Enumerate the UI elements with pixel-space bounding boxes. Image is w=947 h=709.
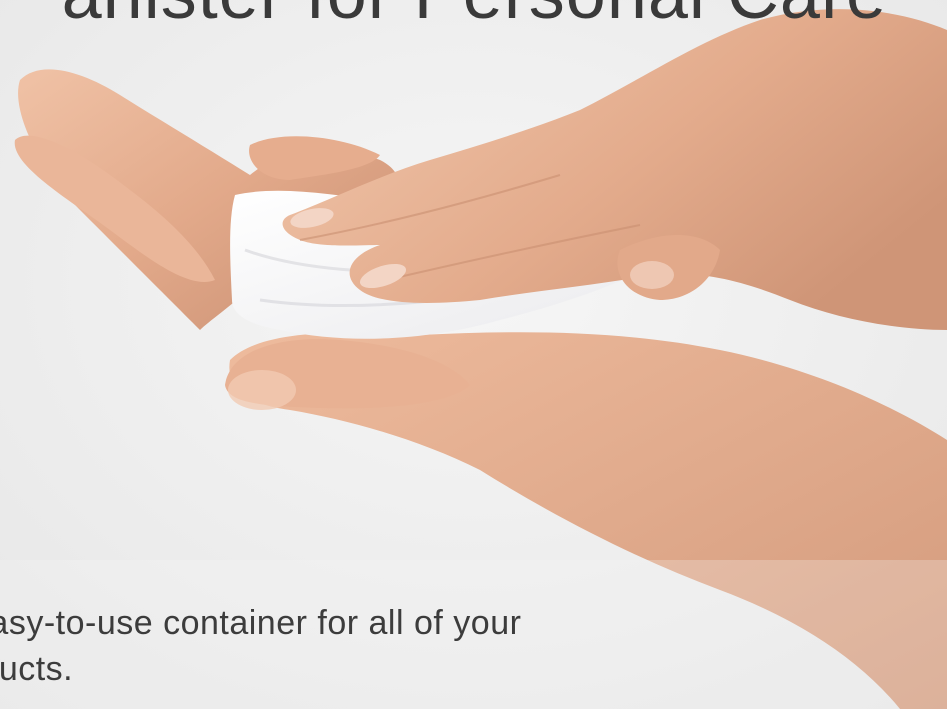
page-headline: anister for Personal Care [0, 0, 947, 34]
tagline-line-1: easy-to-use container for all of your [0, 604, 522, 642]
hero-tagline: easy-to-use container for all of your od… [0, 600, 790, 692]
hero-section: anister for Personal Care easy-to-use co… [0, 0, 947, 709]
tagline-line-2: oducts. [0, 650, 74, 688]
